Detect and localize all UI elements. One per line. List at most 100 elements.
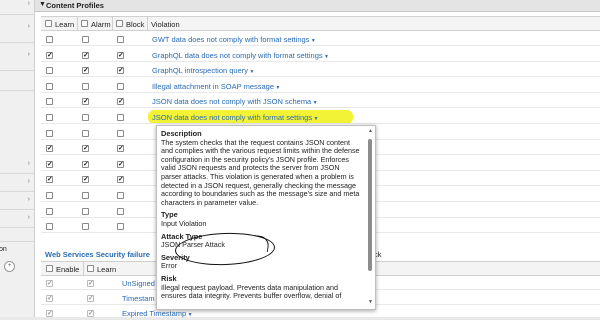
type-value: Input Violation (161, 218, 207, 228)
learn-checkbox[interactable] (46, 98, 53, 106)
caret-down-icon: ▼ (274, 84, 281, 91)
add-circle-icon[interactable]: + (4, 261, 15, 272)
ws-violation-link[interactable]: Timestam (122, 294, 155, 303)
left-nav-item[interactable]: › (0, 42, 34, 71)
block-column-label: Block (126, 20, 145, 29)
violation-link[interactable]: GraphQL data does not comply with format… (152, 51, 329, 60)
ws-learn-checkbox[interactable] (87, 294, 94, 302)
ws-enable-checkbox[interactable] (46, 309, 53, 317)
block-checkbox[interactable] (117, 207, 124, 215)
learn-checkbox[interactable] (46, 175, 53, 184)
caret-down-icon: ▼ (322, 53, 329, 60)
left-nav-item[interactable]: › (0, 0, 34, 15)
block-checkbox[interactable] (117, 51, 124, 59)
ws-learn-checkbox[interactable] (87, 309, 94, 317)
block-checkbox[interactable] (117, 82, 124, 90)
learn-checkbox[interactable] (46, 207, 53, 215)
left-nav-item[interactable] (0, 227, 34, 242)
learn-column-label: Learn (55, 20, 75, 29)
learn-checkbox[interactable] (46, 160, 53, 168)
ws-security-section-title[interactable]: Web Services Security failure (45, 250, 150, 259)
learn-checkbox[interactable] (46, 67, 53, 75)
violation-details-popup[interactable]: Description The system checks that the r… (156, 125, 376, 310)
alarm-checkbox[interactable] (82, 160, 89, 168)
ws-enable-checkbox[interactable] (46, 294, 53, 302)
violation-link[interactable]: JSON data does not comply with format se… (152, 113, 318, 122)
left-nav-item[interactable]: › (0, 209, 34, 228)
learn-checkbox[interactable] (46, 82, 53, 90)
alarm-checkbox[interactable] (82, 207, 89, 215)
alarm-checkbox[interactable] (82, 97, 89, 106)
row-divider (41, 45, 600, 46)
alarm-checkbox[interactable] (82, 175, 89, 184)
triangle-down-icon[interactable]: ▼ (39, 1, 46, 8)
ws-enable-checkbox[interactable] (46, 279, 53, 287)
alarm-checkbox[interactable] (82, 144, 89, 153)
row-divider (41, 123, 600, 124)
ws-violation-link[interactable]: UnSigned (122, 279, 155, 288)
left-nav-strip: › › › › › › › on + (0, 0, 35, 317)
learn-checkbox[interactable] (46, 223, 53, 231)
row-divider (41, 76, 600, 78)
ws-violation-name: UnSigned (122, 279, 155, 288)
scroll-down-icon[interactable]: ▼ (368, 299, 373, 305)
ws-learn-all-checkbox[interactable] (87, 265, 94, 272)
scroll-up-icon[interactable]: ▲ (368, 128, 373, 134)
learn-checkbox[interactable] (46, 114, 53, 121)
block-checkbox[interactable] (117, 144, 124, 153)
chevron-right-icon: › (27, 196, 30, 203)
alarm-checkbox[interactable] (82, 129, 89, 137)
alarm-checkbox[interactable] (82, 36, 89, 43)
ws-learn-checkbox[interactable] (87, 279, 94, 287)
violation-link[interactable]: JSON data does not comply with JSON sche… (152, 97, 318, 106)
block-checkbox[interactable] (117, 97, 124, 106)
severity-value: Error (161, 261, 177, 271)
block-checkbox[interactable] (117, 129, 124, 137)
learn-checkbox[interactable] (46, 51, 53, 59)
alarm-checkbox[interactable] (82, 192, 89, 199)
scrollbar-thumb[interactable] (368, 139, 372, 271)
learn-checkbox[interactable] (46, 192, 53, 199)
section-header[interactable]: ▼ Content Profiles (35, 0, 600, 12)
block-checkbox[interactable] (117, 114, 124, 121)
violation-name: GraphQL data does not comply with format… (152, 50, 323, 60)
alarm-checkbox[interactable] (82, 66, 89, 75)
violation-link[interactable]: Illegal attachment in SOAP message ▼ (152, 82, 280, 91)
block-checkbox[interactable] (117, 160, 124, 168)
enable-all-checkbox[interactable] (46, 265, 53, 272)
violation-link[interactable]: GraphQL introspection query ▼ (152, 66, 254, 75)
alarm-checkbox[interactable] (82, 51, 89, 59)
popup-scrollbar[interactable]: ▲ ▼ (367, 128, 374, 306)
block-checkbox[interactable] (117, 192, 124, 199)
caret-down-icon: ▼ (312, 116, 319, 122)
left-nav-item[interactable]: › (0, 155, 34, 174)
violation-name: JSON data does not comply with JSON sche… (152, 97, 312, 107)
row-divider (41, 60, 600, 62)
block-checkbox[interactable] (117, 66, 124, 75)
left-nav-item[interactable]: › (0, 173, 34, 192)
row-divider (41, 107, 600, 109)
left-nav-text-fragment: on (0, 246, 7, 253)
block-checkbox[interactable] (117, 175, 124, 184)
learn-checkbox[interactable] (46, 144, 53, 153)
left-nav-item[interactable]: › (0, 191, 34, 210)
learn-all-checkbox[interactable] (45, 20, 52, 27)
alarm-checkbox[interactable] (82, 223, 89, 231)
block-checkbox[interactable] (117, 223, 124, 231)
violations-column-header: Learn Alarm Block Violation (41, 16, 600, 31)
learn-checkbox[interactable] (46, 36, 53, 43)
enable-column-label: Enable (56, 265, 80, 274)
chevron-right-icon: › (27, 160, 30, 167)
block-checkbox[interactable] (117, 36, 124, 43)
section-title: Content Profiles (46, 1, 104, 10)
learn-checkbox[interactable] (46, 129, 53, 137)
alarm-checkbox[interactable] (82, 82, 89, 90)
violation-link[interactable]: GWT data does not comply with format set… (152, 35, 316, 44)
block-all-checkbox[interactable] (116, 20, 123, 27)
risk-text: Illegal request payload. Prevents data m… (161, 282, 342, 301)
alarm-all-checkbox[interactable] (81, 20, 88, 27)
left-nav-item[interactable] (0, 70, 34, 91)
popup-content: Description The system checks that the r… (161, 129, 361, 305)
left-nav-item[interactable]: › (0, 14, 34, 43)
alarm-checkbox[interactable] (82, 114, 89, 121)
